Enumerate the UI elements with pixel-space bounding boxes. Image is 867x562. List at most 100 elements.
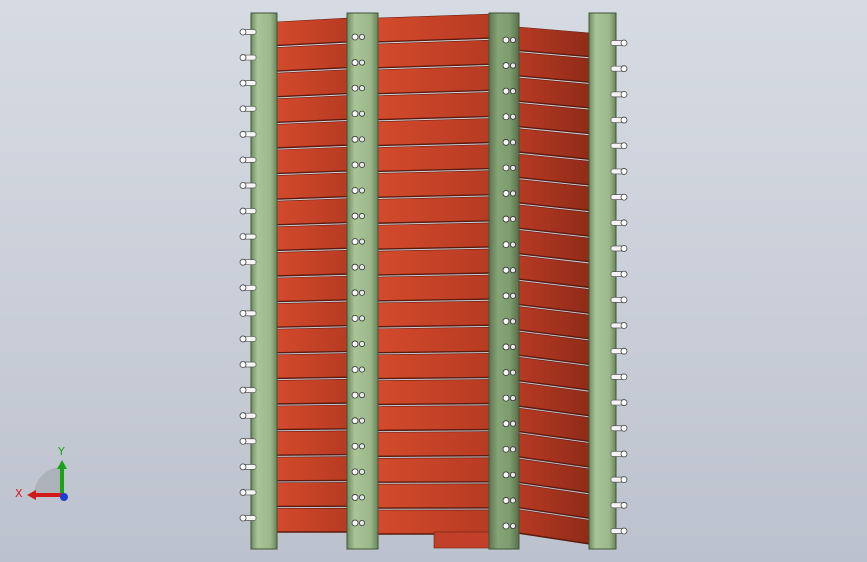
bolt-head	[351, 442, 359, 450]
bolt-head	[239, 309, 247, 317]
bolt-head	[502, 497, 510, 504]
bolt-head	[620, 65, 628, 73]
bolt-head	[509, 497, 516, 504]
bolt-head	[239, 233, 247, 241]
bolt-head	[239, 182, 247, 189]
bolt-head	[502, 420, 510, 428]
fin-plate	[377, 300, 493, 328]
bolt-head	[620, 399, 628, 406]
bolt-head	[620, 168, 628, 175]
bolt-head	[620, 296, 628, 304]
y-axis-arrowhead	[57, 460, 67, 469]
bolt-head	[502, 317, 510, 325]
bolt-head	[620, 90, 628, 98]
bolt-head	[239, 258, 247, 266]
bolt-head	[351, 468, 359, 476]
fin-plate	[274, 198, 351, 226]
fin-stack[interactable]	[274, 13, 591, 549]
fin-edge	[377, 428, 493, 432]
fin-plate	[377, 326, 493, 354]
bolt-head	[620, 501, 628, 509]
fin-plate	[274, 353, 351, 379]
bolt-head	[351, 187, 359, 194]
fin-plate	[377, 352, 493, 379]
fin-plate	[517, 26, 591, 57]
bolt-head	[239, 130, 247, 138]
fin-edge	[274, 453, 351, 456]
bolt-head	[239, 335, 247, 343]
bolt-head	[509, 446, 516, 453]
fin-plate	[274, 43, 351, 72]
fin-edge	[274, 428, 351, 431]
bolt-head	[351, 314, 359, 322]
bolt-head	[502, 215, 510, 223]
bolt-head	[351, 263, 359, 271]
bolt-head	[358, 315, 365, 322]
bolt-head	[509, 471, 516, 478]
bolt-head	[509, 343, 516, 350]
bolt-head	[351, 366, 359, 373]
bolt-head	[239, 437, 247, 445]
triad-quarter-disc	[34, 467, 62, 495]
fin-plate	[274, 95, 351, 123]
bolt-head	[239, 386, 247, 394]
fin-plate	[377, 274, 493, 302]
bolt-head	[358, 392, 365, 399]
z-axis-dot	[60, 493, 68, 501]
bolt-head	[351, 161, 359, 169]
fin-plate	[274, 482, 351, 507]
fin-plate	[274, 301, 351, 328]
bolt-head	[351, 391, 359, 399]
fin-plate	[377, 118, 493, 146]
bolt-head	[358, 264, 365, 271]
bolt-head	[358, 289, 365, 296]
graphics-viewport[interactable]	[0, 0, 867, 562]
bolt-head	[502, 292, 510, 300]
bolt-head	[502, 266, 510, 274]
bolt-head	[358, 494, 365, 501]
bolt-head	[351, 135, 359, 143]
fin-plate	[377, 405, 493, 431]
bolt-head	[620, 39, 628, 47]
x-axis-label: X	[15, 487, 23, 500]
bolt-head	[509, 190, 516, 197]
fin-plate	[274, 249, 351, 277]
fin-plate	[377, 222, 493, 250]
bolt-head	[358, 110, 365, 117]
bolt-head	[509, 139, 516, 146]
fin-plate	[377, 248, 493, 276]
x-axis-arrowhead	[27, 490, 36, 500]
bolt-head	[620, 322, 628, 329]
bolt-head	[620, 116, 628, 124]
bolt-head	[620, 142, 628, 150]
bolt-head	[358, 366, 365, 373]
fin-plate	[377, 13, 493, 43]
bolt-head	[239, 284, 247, 292]
bolt-head	[358, 443, 365, 450]
bolt-head	[351, 238, 359, 246]
bolt-head	[509, 523, 516, 530]
bolt-head	[239, 514, 247, 522]
fin-plate	[517, 102, 591, 134]
fin-plate	[377, 509, 493, 535]
bolt-head	[620, 527, 628, 535]
bolt-head	[358, 417, 365, 424]
fin-plate	[517, 52, 591, 83]
fin-plate	[377, 379, 493, 405]
fin-plate	[274, 430, 351, 456]
bolt-head	[502, 190, 510, 197]
bolt-head	[502, 113, 510, 121]
fin-plate	[377, 65, 493, 95]
fin-plate	[377, 170, 493, 198]
bolt-head	[358, 340, 365, 347]
bolt-head	[239, 489, 247, 496]
fin-plate	[274, 327, 351, 354]
fin-plate	[274, 120, 351, 149]
fin-plate	[377, 91, 493, 120]
bolt-head	[509, 420, 516, 427]
bolt-head	[509, 369, 516, 376]
bolt-head	[509, 62, 516, 69]
coordinate-triad: Y X	[15, 445, 68, 501]
fin-plate	[377, 196, 493, 224]
fin-base-block	[433, 531, 493, 549]
